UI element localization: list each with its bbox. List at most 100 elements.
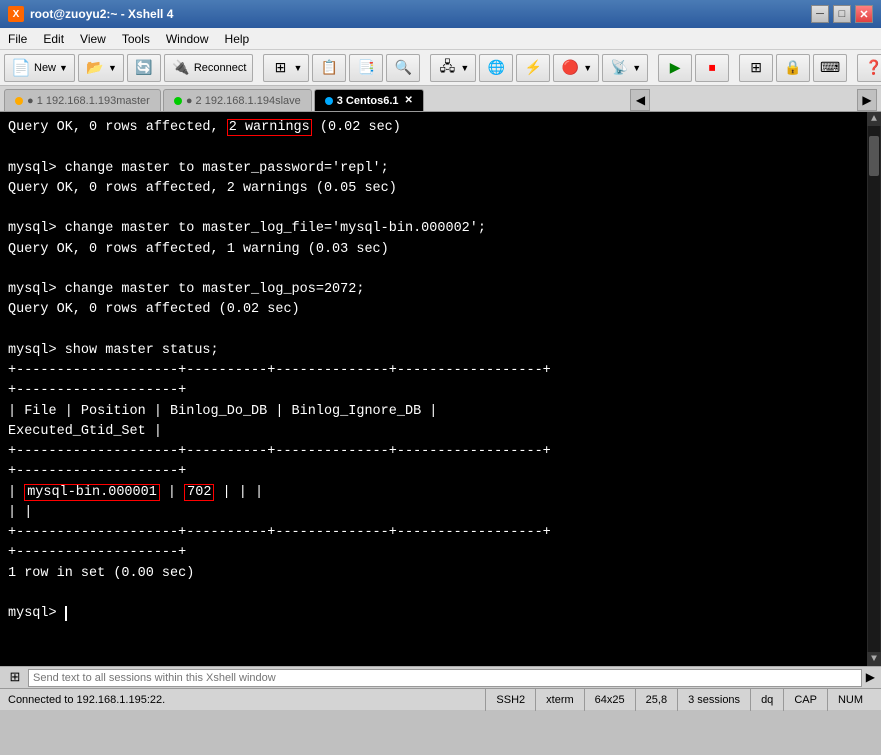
tab-1-indicator [15, 97, 23, 105]
play-icon: ▶ [665, 58, 685, 78]
terminal-line-18: +--------------------+ [8, 462, 861, 482]
dq-label: dq [750, 689, 783, 711]
connection-status: Connected to 192.168.1.195:22. [8, 694, 485, 706]
send-icon: ⊞ [6, 669, 24, 687]
menu-view[interactable]: View [72, 30, 114, 48]
tab-3[interactable]: 3 Centos6.1 ✕ [314, 89, 424, 111]
net-btn-4[interactable]: 📡▼ [602, 54, 648, 82]
send-forward-button[interactable]: ▶ [866, 670, 875, 685]
stop-btn[interactable]: ⏹ [695, 54, 729, 82]
view-btn-2[interactable]: 📋 [312, 54, 346, 82]
send-input[interactable] [28, 669, 862, 687]
title-bar: X root@zuoyu2:~ - Xshell 4 ─ □ ✕ [0, 0, 881, 28]
tab-1[interactable]: ● 1 192.168.1.193master [4, 89, 161, 111]
tab-3-indicator [325, 97, 333, 105]
terminal-line-8 [8, 260, 861, 280]
key-btn[interactable]: ⌨ [813, 54, 847, 82]
terminal-line-9: mysql> change master to master_log_pos=2… [8, 280, 861, 300]
tab-3-close[interactable]: ✕ [405, 95, 413, 106]
tab-3-label: 3 Centos6.1 [337, 95, 399, 107]
terminal-line-22: +--------------------+ [8, 543, 861, 563]
terminal-scrollbar[interactable]: ▲ ▼ [867, 112, 881, 666]
close-button[interactable]: ✕ [855, 5, 873, 23]
view-btn-1[interactable]: ⊞▼ [263, 54, 309, 82]
net-icon-3: 🔴 [560, 58, 580, 78]
menu-file[interactable]: File [0, 30, 35, 48]
minimize-button[interactable]: ─ [811, 5, 829, 23]
net-arrow-3: ▼ [583, 63, 592, 73]
open-dropdown-arrow: ▼ [108, 63, 117, 73]
terminal-type: xterm [535, 689, 584, 711]
scroll-track [868, 126, 880, 652]
grid-btn[interactable]: ⊞ [739, 54, 773, 82]
lock-btn[interactable]: 🔒 [776, 54, 810, 82]
maximize-button[interactable]: □ [833, 5, 851, 23]
net-icon-4: 📡 [609, 58, 629, 78]
refresh-icon: 🔄 [134, 58, 154, 78]
app-icon: X [8, 6, 24, 22]
terminal-container[interactable]: Query OK, 0 rows affected, 2 warnings (0… [0, 112, 881, 666]
terminal-line-24 [8, 584, 861, 604]
ssh-type: SSH2 [485, 689, 535, 711]
menu-bar: File Edit View Tools Window Help [0, 28, 881, 50]
help-btn[interactable]: ❓ [857, 54, 881, 82]
tab-nav-prev[interactable]: ◀ [630, 89, 650, 111]
status-bar: Connected to 192.168.1.195:22. SSH2 xter… [0, 688, 881, 710]
grid-icon: ⊞ [746, 58, 766, 78]
terminal-line-4: Query OK, 0 rows affected, 2 warnings (0… [8, 179, 861, 199]
view-btn-3[interactable]: 📑 [349, 54, 383, 82]
net-btn-3[interactable]: 🔴▼ [553, 54, 599, 82]
warning-highlight: 2 warnings [227, 119, 312, 136]
window-title: root@zuoyu2:~ - Xshell 4 [30, 7, 173, 21]
terminal-line-23: 1 row in set (0.00 sec) [8, 564, 861, 584]
terminal-line-5 [8, 199, 861, 219]
terminal-line-16: Executed_Gtid_Set | [8, 422, 861, 442]
reconnect-label: Reconnect [194, 62, 247, 74]
net-btn-2[interactable]: ⚡ [516, 54, 550, 82]
reconnect-button[interactable]: 🔌 Reconnect [164, 54, 254, 82]
search-icon: 🔍 [393, 58, 413, 78]
refresh-button[interactable]: 🔄 [127, 54, 161, 82]
menu-edit[interactable]: Edit [35, 30, 72, 48]
open-button[interactable]: 📂 ▼ [78, 54, 124, 82]
view-icon-2: 📋 [319, 58, 339, 78]
tab-2[interactable]: ● 2 192.168.1.194slave [163, 89, 312, 111]
view-icon-3: 📑 [356, 58, 376, 78]
net-arrow-4: ▼ [632, 63, 641, 73]
net-btn-1[interactable]: 🌐 [479, 54, 513, 82]
lock-icon: 🔒 [783, 58, 803, 78]
terminal-line-14: +--------------------+ [8, 381, 861, 401]
scroll-up-arrow[interactable]: ▲ [867, 112, 881, 126]
menu-window[interactable]: Window [158, 30, 217, 48]
key-icon: ⌨ [820, 58, 840, 78]
view-icon-1: ⊞ [270, 58, 290, 78]
window-controls[interactable]: ─ □ ✕ [811, 5, 873, 23]
terminal[interactable]: Query OK, 0 rows affected, 2 warnings (0… [0, 112, 881, 666]
terminal-line-1: Query OK, 0 rows affected, 2 warnings (0… [8, 118, 861, 138]
terminal-line-20: | | [8, 503, 861, 523]
tab-2-indicator [174, 97, 182, 105]
menu-help[interactable]: Help [217, 30, 258, 48]
new-button[interactable]: 📄 New ▼ [4, 54, 75, 82]
tab-nav-next[interactable]: ▶ [857, 89, 877, 111]
caps-lock: CAP [783, 689, 827, 711]
menu-tools[interactable]: Tools [114, 30, 158, 48]
terminal-line-21: +--------------------+----------+-------… [8, 523, 861, 543]
net-icon-2: ⚡ [523, 58, 543, 78]
search-button[interactable]: 🔍 [386, 54, 420, 82]
open-icon: 📂 [85, 58, 105, 78]
terminal-line-11 [8, 321, 861, 341]
reconnect-icon: 🔌 [171, 58, 191, 78]
terminal-line-2 [8, 138, 861, 158]
terminal-line-7: Query OK, 0 rows affected, 1 warning (0.… [8, 240, 861, 260]
send-bar: ⊞ ▶ [0, 666, 881, 688]
play-btn[interactable]: ▶ [658, 54, 692, 82]
cursor-position: 25,8 [635, 689, 677, 711]
terminal-line-19: | mysql-bin.000001 | 702 | | | [8, 483, 861, 503]
session-btn[interactable]: 🖧▼ [430, 54, 476, 82]
scroll-thumb[interactable] [869, 136, 879, 176]
scroll-down-arrow[interactable]: ▼ [867, 652, 881, 666]
new-icon: 📄 [11, 58, 31, 78]
terminal-line-12: mysql> show master status; [8, 341, 861, 361]
help-icon: ❓ [864, 58, 881, 78]
